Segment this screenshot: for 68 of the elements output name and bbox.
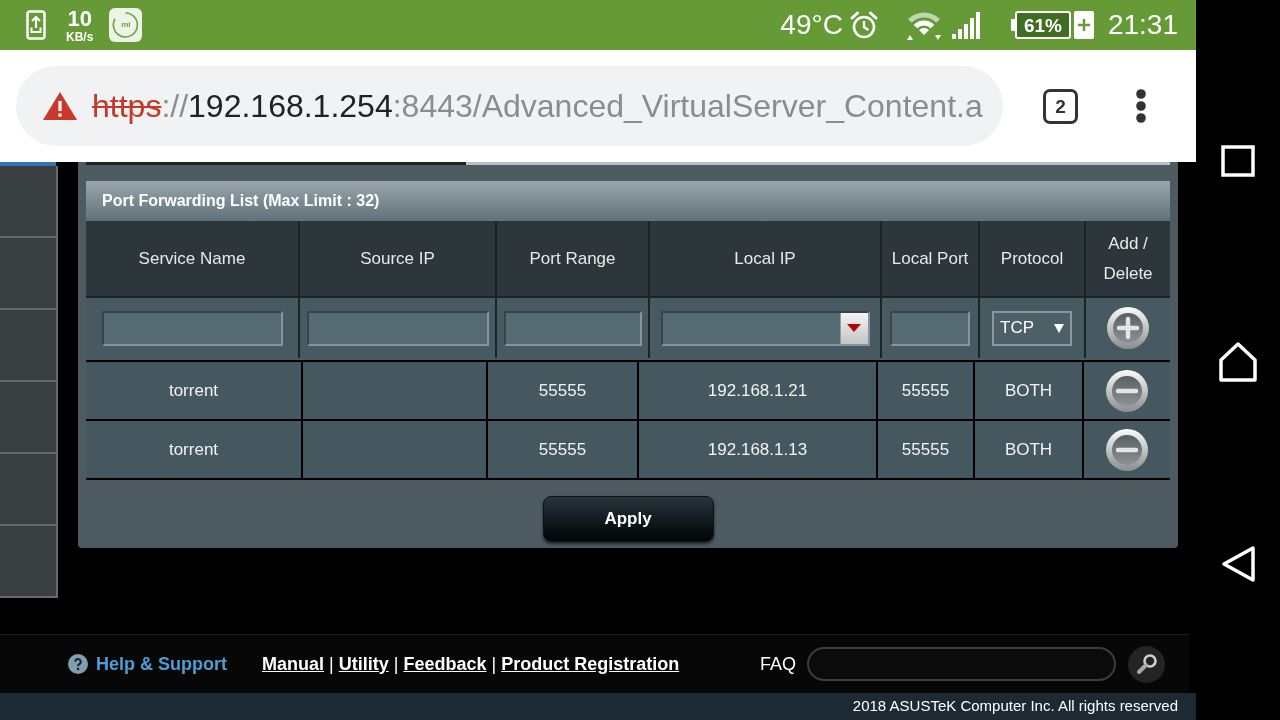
app-icon-label: mi: [121, 21, 131, 29]
link-separator: |: [393, 652, 399, 676]
square-icon[interactable]: [1221, 145, 1255, 177]
temperature: 49°C: [780, 11, 843, 39]
column-header: Port Range: [497, 221, 650, 296]
table-cell: 55555: [878, 362, 975, 419]
warning-icon: [42, 91, 78, 121]
port-range-input[interactable]: [503, 310, 642, 346]
link-separator: |: [329, 652, 334, 676]
back-icon[interactable]: [1220, 545, 1256, 583]
charging-plus-icon: [1073, 11, 1094, 39]
table-cell: torrent: [86, 362, 303, 419]
faq-search-field[interactable]: [807, 647, 1116, 681]
url-text: https://192.168.1.254:8443/Advanced_VirtualServer_Content.a: [92, 90, 983, 122]
service-name-input[interactable]: [101, 310, 283, 346]
table-cell: BOTH: [975, 362, 1084, 419]
footer-link[interactable]: Utility: [338, 650, 389, 678]
faq-label: FAQ: [760, 652, 797, 676]
apply-button[interactable]: Apply: [542, 496, 714, 542]
table-cell: 192.168.1.21: [639, 362, 878, 419]
source-ip-input[interactable]: [306, 310, 489, 346]
table-cell: torrent: [86, 421, 303, 478]
table-cell: 55555: [878, 421, 975, 478]
link-separator: |: [491, 652, 497, 676]
local-ip-select[interactable]: [660, 310, 870, 346]
network-speed-unit: KB/s: [66, 30, 94, 43]
battery-percent: 61%: [1023, 15, 1062, 35]
network-speed: 10: [67, 7, 92, 30]
minus-circle-icon[interactable]: [1105, 368, 1149, 413]
column-header: Service Name: [86, 221, 300, 296]
phone-upload-icon: [26, 10, 46, 40]
footer-link[interactable]: Product Registration: [501, 650, 680, 678]
search-icon: [1135, 653, 1158, 675]
caret-down-icon: [847, 324, 861, 332]
local-port-input[interactable]: [890, 310, 970, 346]
address-bar[interactable]: https://192.168.1.254:8443/Advanced_VirtualServer_Content.a: [16, 66, 1003, 146]
column-header: Local Port: [882, 221, 980, 296]
sidebar-item[interactable]: [0, 382, 58, 454]
minus-circle-icon[interactable]: [1105, 427, 1149, 472]
sidebar-item[interactable]: [0, 526, 58, 598]
alarm-clock-icon: [848, 10, 879, 40]
sidebar-item[interactable]: [0, 454, 58, 526]
column-header: Add / Delete: [1086, 221, 1170, 296]
table-cell: 192.168.1.13: [639, 421, 878, 478]
menu-icon[interactable]: [1135, 88, 1147, 124]
column-header: Protocol: [980, 221, 1086, 296]
protocol-select[interactable]: TCP: [992, 310, 1072, 346]
clock-time: 21:31: [1107, 11, 1178, 39]
search-button[interactable]: [1128, 645, 1165, 683]
caret-down-icon: [1054, 323, 1064, 333]
sidebar-item[interactable]: [0, 166, 58, 238]
table-cell: 55555: [488, 362, 639, 419]
signal-strength-icon: [950, 10, 981, 40]
plus-circle-icon[interactable]: [1106, 306, 1150, 350]
help-icon: [68, 654, 88, 674]
footer-link[interactable]: Manual: [262, 650, 324, 678]
footer-link[interactable]: Feedback: [403, 650, 487, 678]
home-icon[interactable]: [1218, 341, 1258, 383]
table-cell: BOTH: [975, 421, 1084, 478]
table-cell: 55555: [488, 421, 639, 478]
tab-count-button[interactable]: 2: [1043, 88, 1078, 124]
help-support-link[interactable]: Help & Support: [96, 650, 227, 678]
column-header: Local IP: [650, 221, 882, 296]
table-title: Port Forwarding List (Max Limit : 32): [86, 181, 1170, 221]
sidebar-item[interactable]: [0, 310, 58, 382]
copyright-text: 2018 ASUSTeK Computer Inc. All rights reserved: [852, 696, 1178, 717]
sidebar-item[interactable]: [0, 238, 58, 310]
column-header: Source IP: [300, 221, 497, 296]
